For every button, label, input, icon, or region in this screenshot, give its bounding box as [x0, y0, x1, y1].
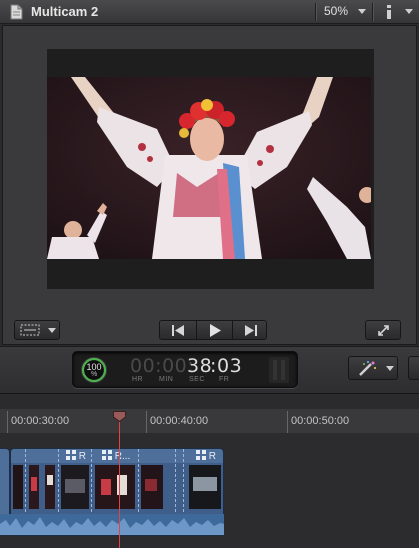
title-separator	[315, 3, 316, 21]
magic-wand-icon	[359, 361, 376, 376]
ruler-tick	[146, 411, 147, 433]
timecode-seconds: 38	[187, 355, 213, 377]
dashboard: 100 % 00:00: 38 : 03 HR MIN SEC FR	[72, 351, 298, 388]
timecode-unit-fr: FR	[219, 376, 230, 383]
video-frame	[47, 77, 371, 259]
ruler-label: 00:00:50:00	[291, 415, 350, 427]
ruler-tick	[7, 411, 8, 433]
go-to-start-button[interactable]	[160, 321, 196, 339]
video-image	[47, 77, 371, 259]
effects-dropdown-icon[interactable]	[386, 366, 394, 371]
timecode-unit-sec: SEC	[189, 376, 205, 383]
go-to-end-button[interactable]	[232, 321, 269, 339]
go-to-start-icon	[172, 325, 184, 336]
view-mode-icon	[20, 324, 40, 336]
timeline-ruler[interactable]: 00:00:30:00 00:00:40:00 00:00:50:00	[0, 409, 419, 434]
viewer-title: Multicam 2	[31, 4, 99, 19]
progress-unit: %	[91, 371, 98, 378]
timecode-hours-minutes: 00:00:	[130, 355, 195, 377]
fullscreen-button[interactable]	[365, 320, 401, 340]
waveform-graphic	[0, 517, 224, 535]
view-options-dropdown-icon[interactable]	[405, 9, 413, 14]
audio-waveform	[0, 514, 224, 535]
fullscreen-icon	[378, 325, 389, 336]
ruler-label: 00:00:40:00	[150, 415, 209, 427]
next-toolbar-button[interactable]	[408, 356, 419, 380]
document-icon	[10, 4, 23, 20]
timecode-unit-min: MIN	[159, 376, 174, 383]
playhead[interactable]	[119, 421, 120, 548]
multicam-icon	[102, 450, 112, 460]
timecode-frames: 03	[217, 355, 243, 377]
clip-header: R	[196, 450, 216, 464]
view-mode-dropdown-icon[interactable]	[48, 328, 56, 333]
clip-name: R...	[114, 451, 131, 462]
clip-name: R	[208, 451, 217, 462]
clip-name: R	[78, 451, 87, 462]
viewer-title-bar: Multicam 2 50%	[0, 0, 419, 24]
multicam-icon	[66, 450, 76, 460]
playhead-handle[interactable]	[113, 411, 126, 422]
play-button[interactable]	[196, 321, 233, 339]
audio-meters[interactable]	[269, 357, 289, 383]
go-to-end-icon	[245, 325, 257, 336]
timecode-unit-hr: HR	[132, 376, 144, 383]
view-mode-button[interactable]	[14, 320, 60, 340]
ruler-label: 00:00:30:00	[11, 415, 70, 427]
clip-header: R	[66, 450, 86, 464]
play-icon	[210, 324, 221, 337]
timecode-separator: :	[210, 355, 217, 377]
multicam-icon	[196, 450, 206, 460]
clip-header: R...	[102, 450, 130, 464]
ruler-tick	[287, 411, 288, 433]
transport-controls	[159, 320, 267, 340]
effects-button[interactable]	[348, 356, 398, 380]
zoom-dropdown-icon[interactable]	[358, 9, 366, 14]
view-options-icon[interactable]	[384, 5, 394, 19]
zoom-level[interactable]: 50%	[324, 4, 348, 18]
title-separator	[372, 3, 373, 21]
